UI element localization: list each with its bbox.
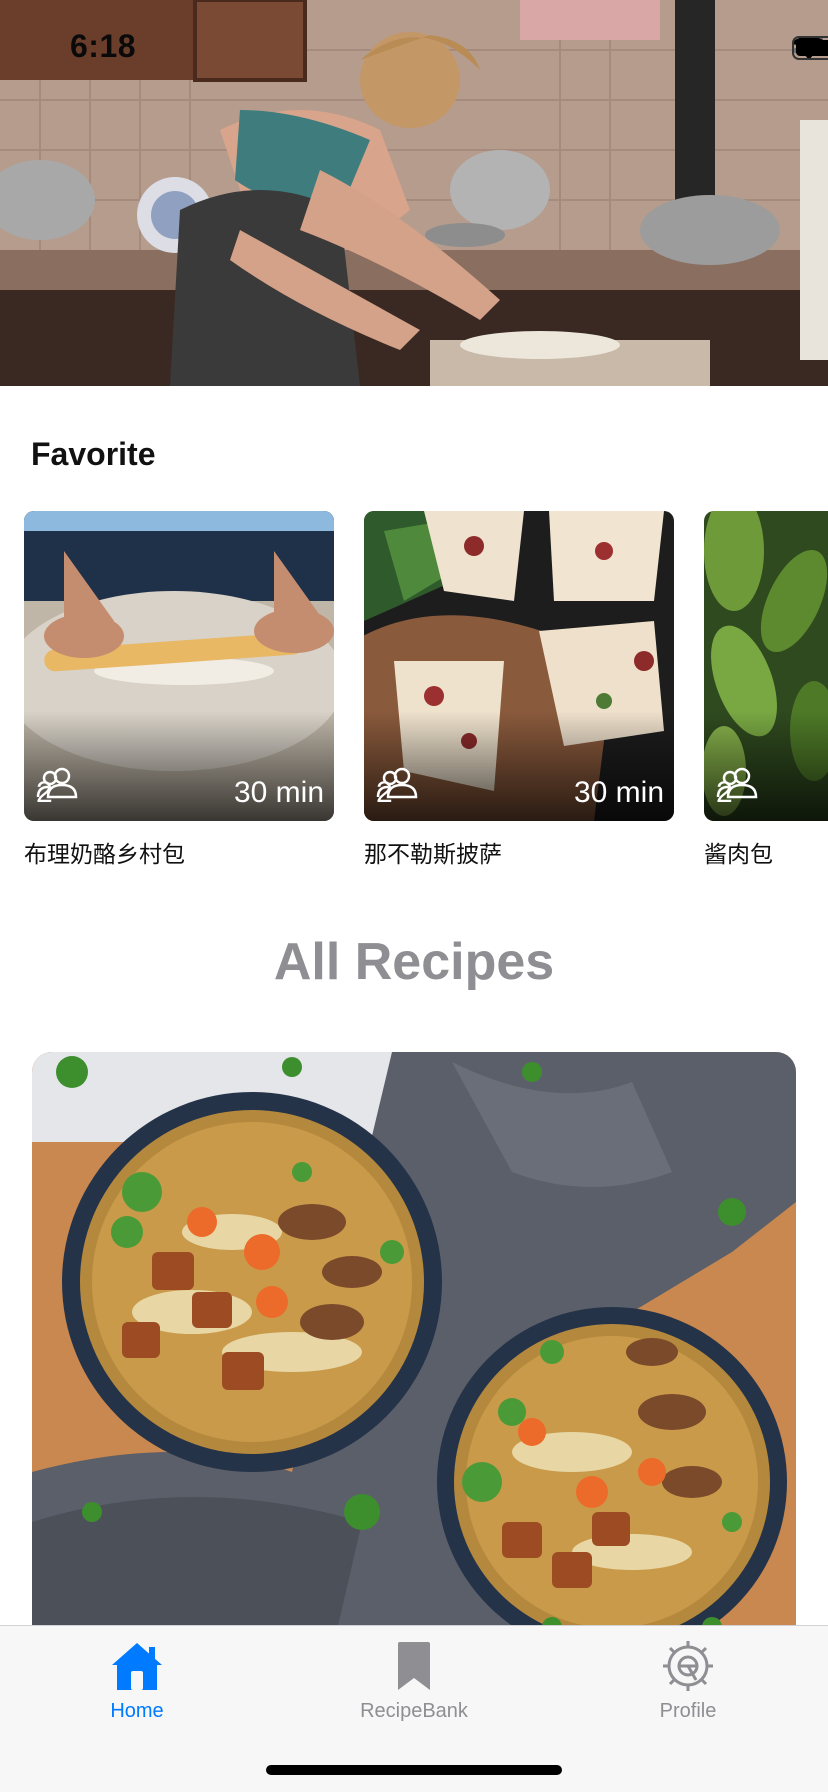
tab-home[interactable]: Home: [47, 1638, 227, 1738]
battery-icon: [792, 36, 828, 60]
recipe-card[interactable]: [32, 1052, 796, 1652]
home-indicator: [266, 1765, 562, 1775]
favorite-card-image[interactable]: 2 30 min: [364, 511, 674, 821]
people-icon: [36, 767, 78, 799]
favorite-card-meta: 2 30 min: [36, 767, 324, 819]
bookmark-icon: [398, 1642, 430, 1690]
tab-home-label: Home: [110, 1700, 164, 1722]
tab-profile[interactable]: Profile: [598, 1638, 778, 1738]
favorite-card-image[interactable]: 2 30 min: [24, 511, 334, 821]
favorite-card-image[interactable]: 2: [704, 511, 828, 821]
gear-icon: [663, 1641, 713, 1691]
tab-profile-label: Profile: [659, 1700, 717, 1722]
people-icon: [376, 767, 418, 799]
hero-image: 6:18: [0, 0, 828, 386]
people-icon: [716, 767, 758, 799]
cook-time: 30 min: [573, 776, 664, 809]
servings: 2: [376, 767, 418, 810]
favorite-card-title[interactable]: 酱肉包: [704, 835, 828, 869]
servings: 2: [36, 767, 78, 810]
servings: 2: [716, 767, 758, 810]
favorite-card-title[interactable]: 布理奶酪乡村包: [24, 835, 334, 869]
cook-time: 30 min: [233, 776, 324, 809]
app-screen: 6:18 Favorite 2 30 min 布理奶酪乡村包 2 30 min …: [0, 0, 828, 1792]
favorite-carousel[interactable]: 2 30 min 布理奶酪乡村包 2 30 min 那不勒斯披萨 2 酱肉包: [0, 511, 828, 871]
favorite-card-title[interactable]: 那不勒斯披萨: [364, 835, 674, 869]
tab-recipebank[interactable]: RecipeBank: [324, 1638, 504, 1738]
status-time: 6:18: [70, 28, 137, 64]
favorite-card[interactable]: 2 30 min 那不勒斯披萨: [364, 511, 674, 869]
favorite-card[interactable]: 2 30 min 布理奶酪乡村包: [24, 511, 334, 869]
favorite-card[interactable]: 2 酱肉包: [704, 511, 828, 869]
favorite-card-meta: 2: [716, 767, 828, 819]
favorite-card-meta: 2 30 min: [376, 767, 664, 819]
all-recipes-title: All Recipes: [273, 933, 555, 991]
noodle-soup-bowls-photo: [32, 1052, 796, 1652]
tab-recipebank-label: RecipeBank: [360, 1700, 468, 1722]
home-icon: [112, 1643, 162, 1690]
favorite-title: Favorite: [31, 436, 156, 472]
status-bar: 6:18: [0, 0, 828, 100]
